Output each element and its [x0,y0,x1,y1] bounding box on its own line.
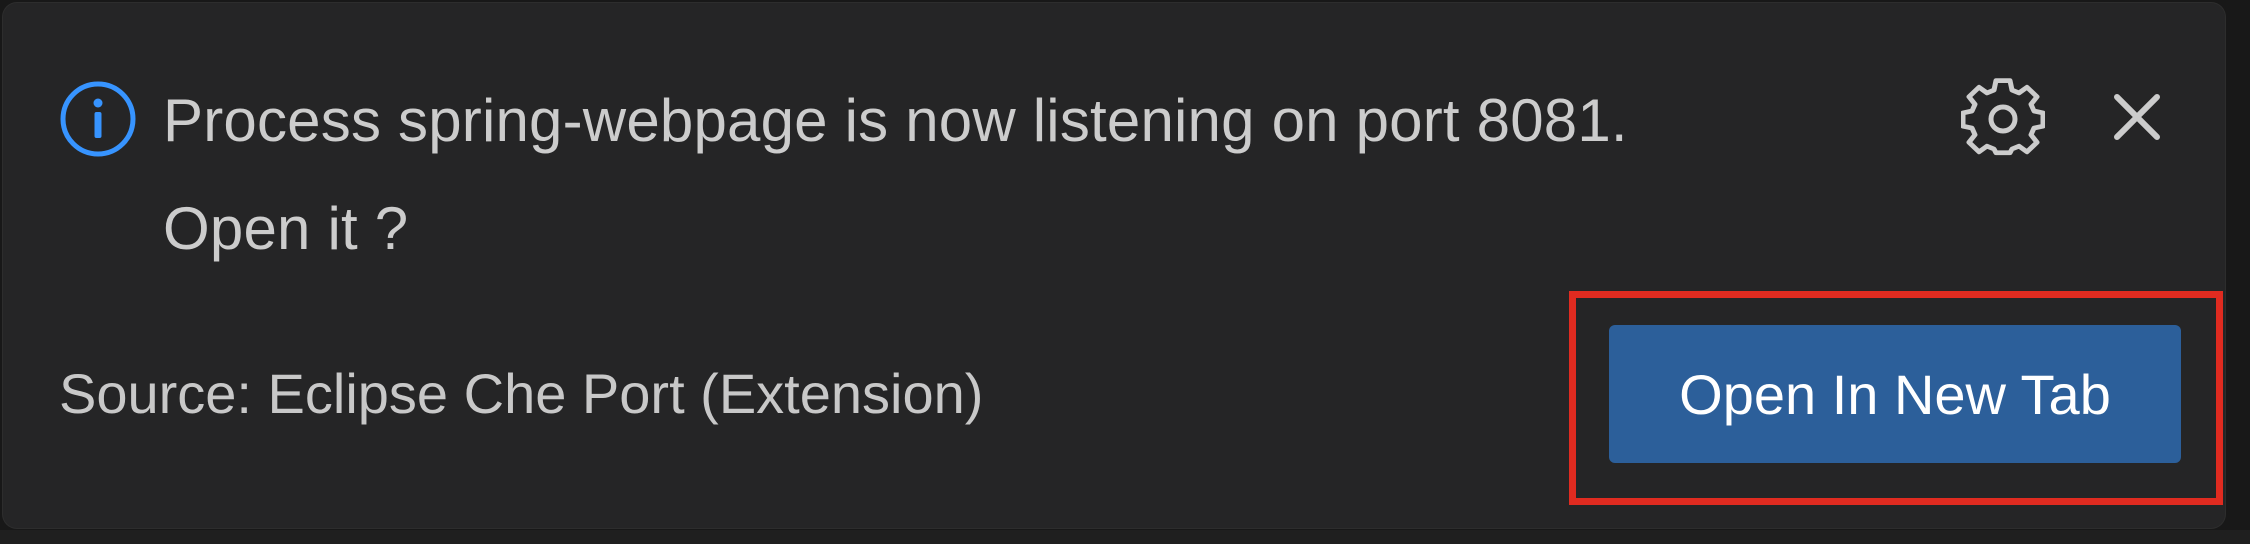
notification-toast: Process spring-webpage is now listening … [3,3,2225,528]
close-icon[interactable] [2103,83,2171,151]
notification-message-line-1: Process spring-webpage is now listening … [163,87,1628,154]
info-icon [60,81,136,157]
notification-message-line-2: Open it ? [163,195,409,262]
notification-message: Process spring-webpage is now listening … [163,67,1883,283]
gear-icon[interactable] [1961,77,2045,161]
editor-background-strip [0,530,2250,544]
notification-source: Source: Eclipse Che Port (Extension) [59,362,984,425]
open-in-new-tab-button[interactable]: Open In New Tab [1609,325,2181,463]
